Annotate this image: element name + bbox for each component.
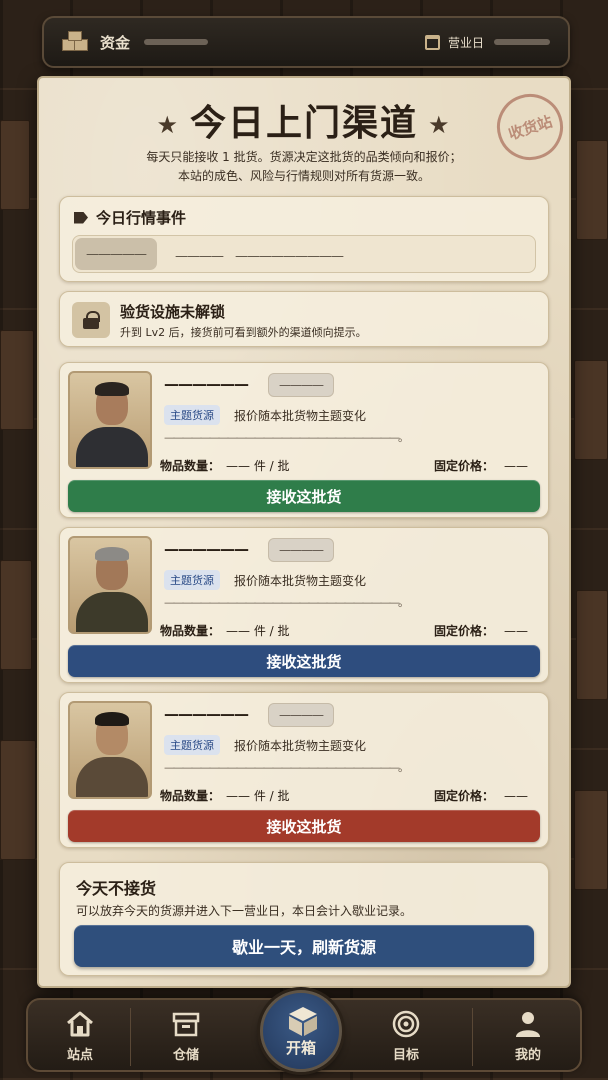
fixed-price-label: 固定价格： (433, 789, 494, 803)
nav-storage-label: 仓储 (172, 1048, 199, 1063)
nav-open-box[interactable]: 开箱 (260, 990, 342, 1072)
market-event-title: 今日行情事件 (96, 209, 187, 227)
business-day-label: 营业日 (447, 35, 484, 50)
inspection-locked-card: 验货设施未解锁 升到 Lv2 后，接货前可看到额外的渠道倾向提示。 (59, 291, 549, 347)
item-quantity: 物品数量： —— 件 / 批 (160, 787, 290, 804)
market-event-header: 今日行情事件 (74, 207, 186, 228)
panel-subtitle: 每天只能接收 1 批货。货源决定这批货的品类倾向和报价； 本站的成色、风险与行情… (97, 148, 511, 186)
item-quantity: 物品数量： —— 件 / 批 (160, 457, 290, 474)
channels-panel: ★ 今日上门渠道 ★ 收货站 每天只能接收 1 批货。货源决定这批货的品类倾向和报价… (37, 76, 572, 988)
supplier-desc: 报价随本批货物主题变化 (234, 574, 367, 588)
supplier-detail: ——————————————————————————。 (164, 431, 409, 444)
supplier-card: —————— ———— 主题货源 报价随本批货物主题变化 ———————————… (59, 527, 549, 683)
item-quantity-value: —— 件 / 批 (226, 789, 290, 803)
supplier-portrait (68, 536, 152, 634)
nav-station-label: 站点 (66, 1048, 93, 1063)
market-event-chip: ————— (75, 238, 157, 270)
fixed-price-value: —— (504, 789, 528, 803)
skip-day-desc: 可以放弃今天的货源并进入下一营业日，本日会计入歇业记录。 (76, 904, 413, 918)
shelf-box (0, 120, 30, 210)
accept-batch-button[interactable]: 接收这批货 (68, 810, 540, 842)
star-icon: ★ (428, 111, 452, 139)
lock-icon (83, 311, 100, 329)
boxes-icon (62, 31, 92, 53)
shelf-box (576, 140, 608, 240)
funds-value-placeholder (144, 39, 209, 45)
shelf-box (574, 360, 608, 460)
item-quantity-label: 物品数量： (160, 459, 221, 473)
supplier-detail: ——————————————————————————。 (164, 761, 409, 774)
nav-mine[interactable]: 我的 (488, 1010, 568, 1063)
bottom-nav: 站点 仓储 开箱 目标 我的 (26, 990, 582, 1072)
supplier-name: —————— (164, 705, 249, 723)
supplier-tag: ———— (268, 538, 334, 562)
fixed-price: 固定价格： —— (434, 787, 528, 804)
nav-station[interactable]: 站点 (40, 1010, 120, 1063)
supplier-desc: 报价随本批货物主题变化 (234, 409, 367, 423)
fixed-price-label: 固定价格： (433, 459, 494, 473)
shelf-box (576, 590, 608, 700)
inspection-locked-title: 验货设施未解锁 (120, 303, 226, 321)
storage-icon (171, 1010, 201, 1038)
supplier-name: —————— (164, 540, 249, 558)
funds-label: 资金 (100, 33, 131, 52)
subtitle-line-2: 本站的成色、风险与行情规则对所有货源一致。 (177, 169, 430, 183)
nav-goals[interactable]: 目标 (366, 1010, 446, 1063)
fixed-price-value: —— (504, 624, 528, 638)
calendar-icon (424, 34, 440, 50)
item-quantity-label: 物品数量： (160, 624, 221, 638)
supplier-detail: ——————————————————————————。 (164, 596, 409, 609)
tag-icon (74, 211, 88, 224)
supplier-type-badge: 主题货源 (164, 570, 220, 590)
market-event-card: 今日行情事件 ————— ———— ————————— (59, 196, 549, 282)
nav-storage[interactable]: 仓储 (146, 1010, 226, 1063)
supplier-card: —————— ———— 主题货源 报价随本批货物主题变化 ———————————… (59, 362, 549, 518)
panel-title-text: 今日上门渠道 (189, 103, 418, 144)
supplier-desc: 报价随本批货物主题变化 (234, 739, 367, 753)
shelf-box (0, 330, 34, 430)
supplier-card: —————— ———— 主题货源 报价随本批货物主题变化 ———————————… (59, 692, 549, 848)
supplier-portrait (68, 701, 152, 799)
shelf-box (0, 560, 32, 670)
resource-bar: 资金 营业日 (42, 16, 570, 68)
market-event-content: ————— ———— ————————— (72, 235, 536, 273)
close-for-day-button[interactable]: 歇业一天，刷新货源 (74, 925, 534, 967)
item-quantity-label: 物品数量： (160, 789, 221, 803)
supplier-type-badge: 主题货源 (164, 735, 220, 755)
home-icon (65, 1010, 95, 1038)
fixed-price-value: —— (504, 459, 528, 473)
skip-day-title: 今天不接货 (76, 879, 157, 898)
user-icon (513, 1010, 543, 1038)
shelf-box (0, 740, 36, 860)
target-icon (391, 1010, 421, 1038)
supplier-tag: ———— (268, 373, 334, 397)
supplier-name: —————— (164, 375, 249, 393)
item-quantity-value: —— 件 / 批 (226, 459, 290, 473)
accept-batch-button[interactable]: 接收这批货 (68, 645, 540, 677)
lock-badge (72, 302, 110, 338)
business-day-value-placeholder (494, 39, 550, 45)
nav-goals-label: 目标 (392, 1048, 419, 1063)
fixed-price-label: 固定价格： (433, 624, 494, 638)
item-quantity: 物品数量： —— 件 / 批 (160, 622, 290, 639)
panel-title: ★ 今日上门渠道 ★ (37, 94, 571, 146)
shelf-box (574, 790, 608, 890)
nav-open-box-label: 开箱 (285, 1039, 316, 1057)
supplier-portrait (68, 371, 152, 469)
supplier-tag: ———— (268, 703, 334, 727)
accept-batch-button[interactable]: 接收这批货 (68, 480, 540, 512)
market-event-text: ———— ————————— (175, 248, 344, 264)
star-icon: ★ (156, 111, 180, 139)
fixed-price: 固定价格： —— (434, 457, 528, 474)
skip-day-card: 今天不接货 可以放弃今天的货源并进入下一营业日，本日会计入歇业记录。 歇业一天，… (59, 862, 549, 976)
item-quantity-value: —— 件 / 批 (226, 624, 290, 638)
fixed-price: 固定价格： —— (434, 622, 528, 639)
inspection-locked-desc: 升到 Lv2 后，接货前可看到额外的渠道倾向提示。 (120, 326, 367, 339)
subtitle-line-1: 每天只能接收 1 批货。货源决定这批货的品类倾向和报价； (146, 150, 462, 164)
box-icon (286, 1005, 317, 1036)
nav-mine-label: 我的 (514, 1048, 541, 1063)
supplier-type-badge: 主题货源 (164, 405, 220, 425)
